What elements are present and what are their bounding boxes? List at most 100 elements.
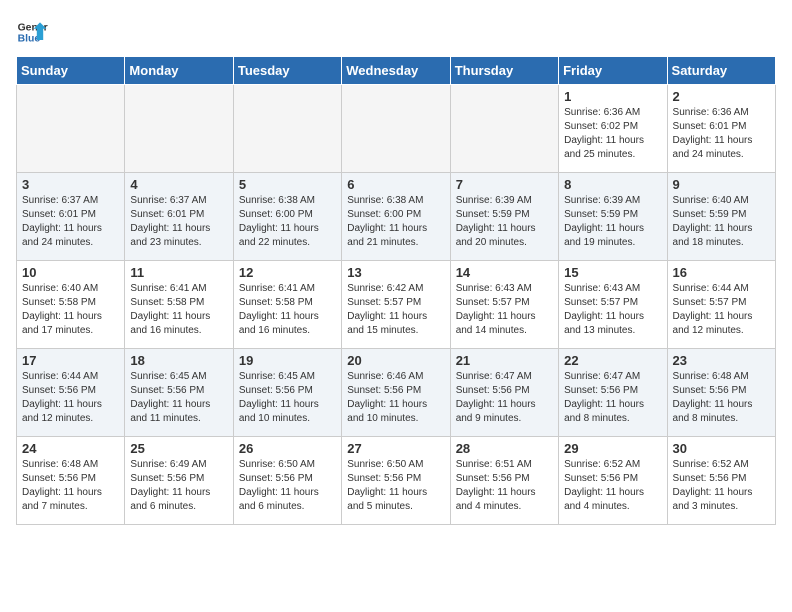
day-number: 25 xyxy=(130,441,227,456)
day-info: Sunrise: 6:39 AMSunset: 5:59 PMDaylight:… xyxy=(456,194,553,250)
day-number: 16 xyxy=(673,265,770,280)
day-info: Sunrise: 6:41 AMSunset: 5:58 PMDaylight:… xyxy=(239,282,336,338)
day-info: Sunrise: 6:51 AMSunset: 5:56 PMDaylight:… xyxy=(456,458,553,514)
day-info: Sunrise: 6:43 AMSunset: 5:57 PMDaylight:… xyxy=(564,282,661,338)
day-number: 10 xyxy=(22,265,119,280)
calendar-cell xyxy=(342,85,450,173)
day-info: Sunrise: 6:36 AMSunset: 6:02 PMDaylight:… xyxy=(564,106,661,162)
day-number: 13 xyxy=(347,265,444,280)
calendar-cell: 17 Sunrise: 6:44 AMSunset: 5:56 PMDayligh… xyxy=(17,349,125,437)
day-info: Sunrise: 6:50 AMSunset: 5:56 PMDaylight:… xyxy=(347,458,444,514)
day-number: 5 xyxy=(239,177,336,192)
day-info: Sunrise: 6:47 AMSunset: 5:56 PMDaylight:… xyxy=(564,370,661,426)
calendar-cell: 21 Sunrise: 6:47 AMSunset: 5:56 PMDayligh… xyxy=(450,349,558,437)
day-number: 27 xyxy=(347,441,444,456)
calendar-cell: 11 Sunrise: 6:41 AMSunset: 5:58 PMDayligh… xyxy=(125,261,233,349)
calendar-cell: 30 Sunrise: 6:52 AMSunset: 5:56 PMDayligh… xyxy=(667,437,775,525)
calendar-cell: 10 Sunrise: 6:40 AMSunset: 5:58 PMDayligh… xyxy=(17,261,125,349)
calendar-cell: 26 Sunrise: 6:50 AMSunset: 5:56 PMDayligh… xyxy=(233,437,341,525)
day-number: 28 xyxy=(456,441,553,456)
day-info: Sunrise: 6:37 AMSunset: 6:01 PMDaylight:… xyxy=(22,194,119,250)
logo: General Blue xyxy=(16,16,48,48)
day-number: 8 xyxy=(564,177,661,192)
week-row-3: 10 Sunrise: 6:40 AMSunset: 5:58 PMDayligh… xyxy=(17,261,776,349)
calendar-cell: 14 Sunrise: 6:43 AMSunset: 5:57 PMDayligh… xyxy=(450,261,558,349)
day-info: Sunrise: 6:44 AMSunset: 5:56 PMDaylight:… xyxy=(22,370,119,426)
weekday-header-sunday: Sunday xyxy=(17,57,125,85)
day-info: Sunrise: 6:36 AMSunset: 6:01 PMDaylight:… xyxy=(673,106,770,162)
weekday-header-monday: Monday xyxy=(125,57,233,85)
day-info: Sunrise: 6:46 AMSunset: 5:56 PMDaylight:… xyxy=(347,370,444,426)
day-info: Sunrise: 6:40 AMSunset: 5:58 PMDaylight:… xyxy=(22,282,119,338)
day-info: Sunrise: 6:42 AMSunset: 5:57 PMDaylight:… xyxy=(347,282,444,338)
calendar-cell: 25 Sunrise: 6:49 AMSunset: 5:56 PMDayligh… xyxy=(125,437,233,525)
day-number: 12 xyxy=(239,265,336,280)
day-info: Sunrise: 6:49 AMSunset: 5:56 PMDaylight:… xyxy=(130,458,227,514)
day-info: Sunrise: 6:45 AMSunset: 5:56 PMDaylight:… xyxy=(130,370,227,426)
week-row-5: 24 Sunrise: 6:48 AMSunset: 5:56 PMDayligh… xyxy=(17,437,776,525)
day-info: Sunrise: 6:39 AMSunset: 5:59 PMDaylight:… xyxy=(564,194,661,250)
day-info: Sunrise: 6:48 AMSunset: 5:56 PMDaylight:… xyxy=(22,458,119,514)
day-number: 20 xyxy=(347,353,444,368)
day-info: Sunrise: 6:37 AMSunset: 6:01 PMDaylight:… xyxy=(130,194,227,250)
day-number: 29 xyxy=(564,441,661,456)
day-info: Sunrise: 6:52 AMSunset: 5:56 PMDaylight:… xyxy=(564,458,661,514)
weekday-header-wednesday: Wednesday xyxy=(342,57,450,85)
day-number: 14 xyxy=(456,265,553,280)
calendar-cell: 19Sunrise: 6:45 AMSunset: 5:56 PMDayligh… xyxy=(233,349,341,437)
calendar-cell xyxy=(450,85,558,173)
day-number: 26 xyxy=(239,441,336,456)
calendar-cell xyxy=(233,85,341,173)
calendar-cell xyxy=(17,85,125,173)
calendar-table: SundayMondayTuesdayWednesdayThursdayFrid… xyxy=(16,56,776,525)
weekday-header-tuesday: Tuesday xyxy=(233,57,341,85)
calendar-cell: 1 Sunrise: 6:36 AMSunset: 6:02 PMDaylight… xyxy=(559,85,667,173)
day-number: 24 xyxy=(22,441,119,456)
calendar-cell: 3 Sunrise: 6:37 AMSunset: 6:01 PMDaylight… xyxy=(17,173,125,261)
day-number: 1 xyxy=(564,89,661,104)
day-number: 23 xyxy=(673,353,770,368)
day-number: 18 xyxy=(130,353,227,368)
day-number: 21 xyxy=(456,353,553,368)
day-number: 6 xyxy=(347,177,444,192)
calendar-cell: 7 Sunrise: 6:39 AMSunset: 5:59 PMDaylight… xyxy=(450,173,558,261)
calendar-cell: 6 Sunrise: 6:38 AMSunset: 6:00 PMDaylight… xyxy=(342,173,450,261)
day-number: 11 xyxy=(130,265,227,280)
calendar-cell: 27 Sunrise: 6:50 AMSunset: 5:56 PMDayligh… xyxy=(342,437,450,525)
calendar-cell xyxy=(125,85,233,173)
calendar-cell: 20 Sunrise: 6:46 AMSunset: 5:56 PMDayligh… xyxy=(342,349,450,437)
day-info: Sunrise: 6:40 AMSunset: 5:59 PMDaylight:… xyxy=(673,194,770,250)
calendar-cell: 4 Sunrise: 6:37 AMSunset: 6:01 PMDaylight… xyxy=(125,173,233,261)
calendar-cell: 24 Sunrise: 6:48 AMSunset: 5:56 PMDayligh… xyxy=(17,437,125,525)
calendar-cell: 29 Sunrise: 6:52 AMSunset: 5:56 PMDayligh… xyxy=(559,437,667,525)
logo-icon: General Blue xyxy=(16,16,48,48)
day-number: 3 xyxy=(22,177,119,192)
calendar-cell: 22 Sunrise: 6:47 AMSunset: 5:56 PMDayligh… xyxy=(559,349,667,437)
calendar-cell: 9Sunrise: 6:40 AMSunset: 5:59 PMDaylight… xyxy=(667,173,775,261)
day-info: Sunrise: 6:41 AMSunset: 5:58 PMDaylight:… xyxy=(130,282,227,338)
day-info: Sunrise: 6:52 AMSunset: 5:56 PMDaylight:… xyxy=(673,458,770,514)
day-number: 4 xyxy=(130,177,227,192)
calendar-cell: 12 Sunrise: 6:41 AMSunset: 5:58 PMDayligh… xyxy=(233,261,341,349)
day-info: Sunrise: 6:43 AMSunset: 5:57 PMDaylight:… xyxy=(456,282,553,338)
day-number: 17 xyxy=(22,353,119,368)
day-number: 22 xyxy=(564,353,661,368)
calendar-cell: 28 Sunrise: 6:51 AMSunset: 5:56 PMDayligh… xyxy=(450,437,558,525)
calendar-cell: 18 Sunrise: 6:45 AMSunset: 5:56 PMDayligh… xyxy=(125,349,233,437)
weekday-header-saturday: Saturday xyxy=(667,57,775,85)
calendar-cell: 23Sunrise: 6:48 AMSunset: 5:56 PMDayligh… xyxy=(667,349,775,437)
day-number: 30 xyxy=(673,441,770,456)
day-info: Sunrise: 6:47 AMSunset: 5:56 PMDaylight:… xyxy=(456,370,553,426)
page-header: General Blue xyxy=(16,16,776,48)
day-info: Sunrise: 6:50 AMSunset: 5:56 PMDaylight:… xyxy=(239,458,336,514)
week-row-4: 17 Sunrise: 6:44 AMSunset: 5:56 PMDayligh… xyxy=(17,349,776,437)
day-number: 7 xyxy=(456,177,553,192)
weekday-header-friday: Friday xyxy=(559,57,667,85)
day-info: Sunrise: 6:38 AMSunset: 6:00 PMDaylight:… xyxy=(239,194,336,250)
calendar-cell: 2Sunrise: 6:36 AMSunset: 6:01 PMDaylight… xyxy=(667,85,775,173)
calendar-cell: 16Sunrise: 6:44 AMSunset: 5:57 PMDayligh… xyxy=(667,261,775,349)
calendar-cell: 5 Sunrise: 6:38 AMSunset: 6:00 PMDaylight… xyxy=(233,173,341,261)
week-row-1: 1 Sunrise: 6:36 AMSunset: 6:02 PMDaylight… xyxy=(17,85,776,173)
day-info: Sunrise: 6:38 AMSunset: 6:00 PMDaylight:… xyxy=(347,194,444,250)
calendar-cell: 13 Sunrise: 6:42 AMSunset: 5:57 PMDayligh… xyxy=(342,261,450,349)
